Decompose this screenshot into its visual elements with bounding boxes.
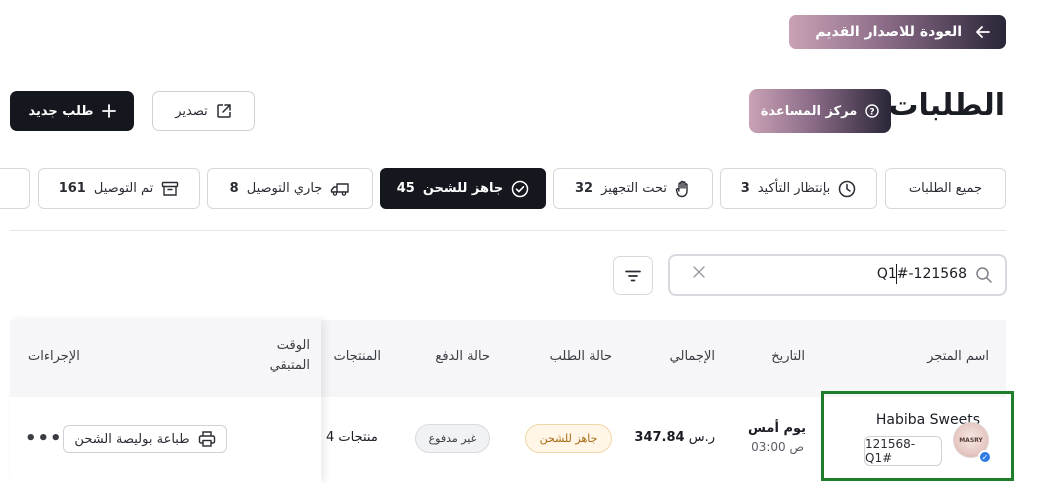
new-order-button[interactable]: طلب جديد [10, 91, 134, 131]
divider [10, 230, 1006, 231]
filter-icon [625, 270, 641, 282]
clear-icon[interactable] [692, 265, 706, 279]
back-to-old-version-button[interactable]: العودة للاصدار القديم [789, 15, 1006, 49]
help-circle-icon: ? [865, 104, 879, 118]
search-icon [975, 266, 993, 284]
tab-in-preparation[interactable]: 32 تحت التجهيز [553, 168, 713, 209]
export-label: تصدير [175, 103, 208, 119]
tab-count: 8 [229, 181, 239, 196]
page-title: الطلبات [888, 88, 1005, 123]
help-center-button[interactable]: مركز المساعدة ? [749, 89, 891, 133]
arrow-left-icon [976, 26, 990, 38]
check-circle-icon [511, 180, 529, 198]
total-currency: ر.س [688, 430, 715, 445]
column-header-date: التاريخ [771, 349, 805, 364]
filter-button[interactable] [613, 256, 653, 295]
export-button[interactable]: تصدير [152, 91, 255, 131]
tab-delivered[interactable]: 161 تم التوصيل [38, 168, 200, 209]
total-value: 347.84 [634, 430, 685, 445]
help-label: مركز المساعدة [760, 103, 858, 119]
truck-icon [330, 181, 350, 197]
order-status-badge: جاهز للشحن [525, 424, 612, 453]
tab-label: جاهز للشحن [422, 181, 504, 196]
more-actions-button[interactable]: ••• [25, 428, 63, 449]
back-label: العودة للاصدار القديم [815, 24, 962, 40]
column-header-payment-status: حالة الدفع [435, 349, 490, 364]
tab-label: جاري التوصيل [246, 181, 323, 196]
export-icon [216, 103, 232, 119]
tab-label: جميع الطلبات [908, 181, 983, 196]
box-icon [161, 181, 179, 197]
payment-status-badge: غير مدفوع [415, 424, 490, 453]
tab-label: تحت التجهيز [601, 181, 667, 196]
products-count: 4 منتجات [326, 430, 378, 445]
tab-pending-confirmation[interactable]: 3 بإنتظار التأكيد [720, 168, 877, 209]
hand-icon [675, 180, 691, 198]
tab-count: 45 [396, 181, 415, 196]
svg-text:?: ? [870, 108, 875, 118]
print-shipping-label-button[interactable]: طباعة بوليصة الشحن [63, 425, 227, 453]
order-date: يوم أمس [748, 421, 806, 436]
column-header-actions: الإجراءات [28, 349, 80, 364]
column-header-order-status: حالة الطلب [549, 349, 612, 364]
print-label: طباعة بوليصة الشحن [74, 431, 190, 447]
search-input[interactable]: Q1#-121568 [668, 254, 1007, 296]
column-header-products: المنتجات [333, 349, 381, 364]
column-header-total: الإجمالي [669, 349, 715, 364]
clock-icon [838, 180, 856, 198]
printer-icon [198, 430, 216, 448]
tab-all-orders[interactable]: جميع الطلبات [885, 168, 1006, 209]
tab-overflow[interactable] [0, 168, 30, 209]
tab-count: 32 [575, 181, 594, 196]
order-total: 347.84 ر.س [634, 430, 715, 445]
plus-icon [101, 104, 116, 118]
column-header-remaining-time: الوقت المتبقي [269, 338, 310, 373]
tab-count: 161 [58, 181, 86, 196]
tab-label: تم التوصيل [93, 181, 154, 196]
tab-count: 3 [740, 181, 750, 196]
tab-label: بإنتظار التأكيد [757, 181, 831, 196]
tab-out-for-delivery[interactable]: 8 جاري التوصيل [207, 168, 373, 209]
text-caret [896, 264, 897, 284]
new-order-label: طلب جديد [28, 103, 94, 119]
order-time: 03:00 ص [751, 440, 804, 454]
highlight-box [821, 391, 1014, 481]
tab-ready-to-ship[interactable]: 45 جاهز للشحن [380, 168, 546, 209]
search-value: Q1#-121568 [876, 266, 967, 282]
column-header-store: اسم المتجر [927, 349, 989, 364]
